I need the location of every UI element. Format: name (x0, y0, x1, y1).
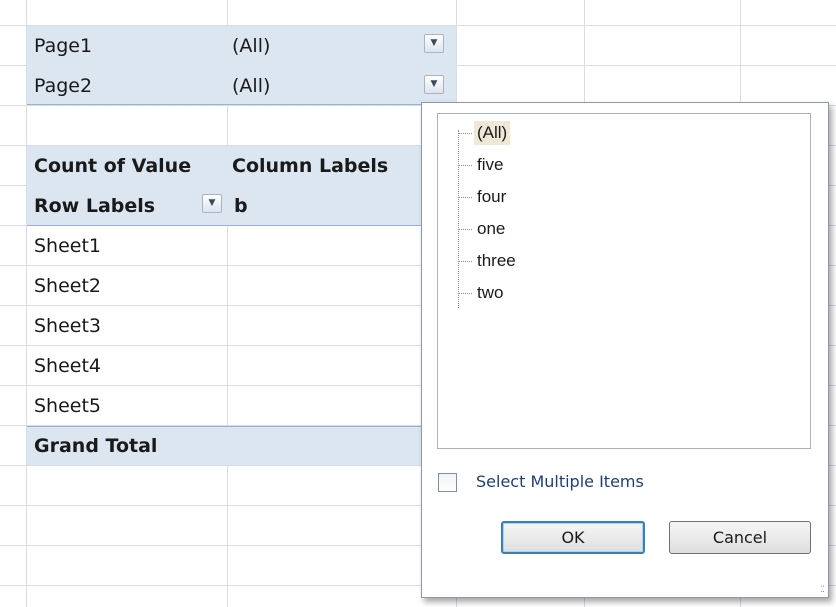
filter-dropdown-popup[interactable]: (All) five four one three two Select Mul… (421, 102, 829, 598)
filter-value-page1[interactable]: (All) (232, 33, 270, 59)
list-item-label[interactable]: (All) (474, 121, 511, 145)
list-item[interactable]: two (458, 280, 506, 306)
row-label[interactable]: Sheet2 (34, 273, 101, 299)
ok-button[interactable]: OK (501, 521, 645, 554)
pivot-header-border (27, 225, 421, 226)
list-item-label[interactable]: two (474, 281, 506, 305)
page1-filter-dropdown[interactable]: ▼ (424, 34, 444, 53)
page2-filter-dropdown[interactable]: ▼ (424, 75, 444, 94)
row-label[interactable]: Sheet3 (34, 313, 101, 339)
list-item-label[interactable]: four (474, 185, 509, 209)
tree-connector (458, 164, 472, 166)
filter-value-page2[interactable]: (All) (232, 73, 270, 99)
row-label[interactable]: Sheet5 (34, 393, 101, 419)
filter-area-border (27, 104, 456, 105)
tree-connector (458, 260, 472, 262)
select-multiple-checkbox[interactable] (438, 473, 457, 492)
filter-field-page2[interactable]: Page2 (34, 73, 92, 99)
row-labels-header[interactable]: Row Labels (34, 193, 155, 219)
filter-field-page1[interactable]: Page1 (34, 33, 92, 59)
list-item[interactable]: four (458, 184, 509, 210)
tree-connector (458, 132, 472, 134)
list-item[interactable]: one (458, 216, 508, 242)
list-item-label[interactable]: five (474, 153, 506, 177)
column-labels-header[interactable]: Column Labels (232, 153, 388, 179)
list-item[interactable]: five (458, 152, 506, 178)
list-item-all[interactable]: (All) (458, 120, 511, 146)
row-labels-filter-dropdown[interactable]: ▼ (202, 194, 222, 213)
filter-item-list[interactable]: (All) five four one three two (437, 113, 811, 449)
row-label[interactable]: Sheet4 (34, 353, 101, 379)
grand-total-border (27, 426, 421, 427)
chevron-down-icon: ▼ (208, 198, 216, 208)
cancel-button[interactable]: Cancel (669, 521, 811, 554)
tree-connector (458, 292, 472, 294)
row-label[interactable]: Sheet1 (34, 233, 101, 259)
list-item-label[interactable]: three (474, 249, 519, 273)
resize-grip-icon[interactable]: ⁚⁚ (820, 586, 825, 595)
list-item-label[interactable]: one (474, 217, 508, 241)
chevron-down-icon: ▼ (430, 79, 438, 89)
select-multiple-label[interactable]: Select Multiple Items (476, 471, 644, 493)
values-header[interactable]: Count of Value (34, 153, 191, 179)
grand-total-label[interactable]: Grand Total (34, 433, 157, 459)
list-item[interactable]: three (458, 248, 519, 274)
tree-connector (458, 196, 472, 198)
tree-connector (458, 228, 472, 230)
column-item-header[interactable]: b (234, 193, 248, 219)
chevron-down-icon: ▼ (430, 38, 438, 48)
